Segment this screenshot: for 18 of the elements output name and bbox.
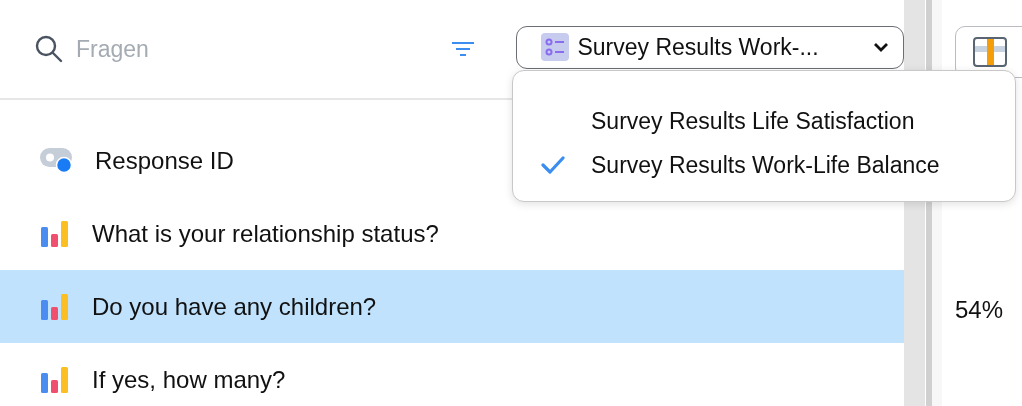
question-item[interactable]: What is your relationship status? — [0, 197, 904, 270]
dropdown-option[interactable]: Survey Results Work-Life Balance — [513, 143, 1015, 187]
dataset-dropdown[interactable]: Survey Results Work-... — [516, 25, 904, 69]
bar-chart-icon — [40, 365, 70, 394]
percentage-value: 54% — [955, 296, 1005, 324]
search-icon — [34, 34, 64, 64]
question-item[interactable]: If yes, how many? — [0, 343, 904, 406]
table-icon — [973, 37, 1007, 67]
chevron-down-icon — [873, 42, 889, 52]
bar-chart-icon — [40, 219, 70, 248]
bar-chart-icon — [40, 292, 70, 321]
search-field[interactable]: Fragen — [76, 35, 376, 63]
question-item[interactable]: Do you have any children? — [0, 270, 904, 343]
filter-icon — [451, 41, 476, 57]
list-icon — [541, 33, 570, 61]
dropdown-option[interactable]: Survey Results Life Satisfaction — [513, 99, 1015, 143]
filter-button[interactable] — [451, 41, 476, 57]
id-toggle-icon — [40, 148, 73, 173]
